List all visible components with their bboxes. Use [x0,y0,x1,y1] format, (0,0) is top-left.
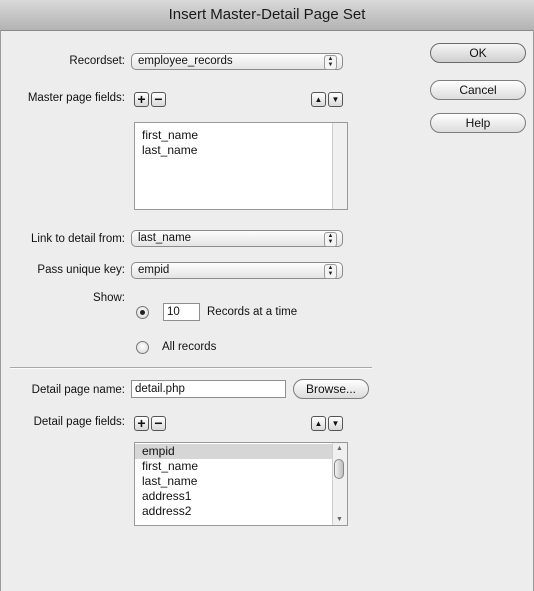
scroll-down-icon[interactable]: ▼ [336,516,343,523]
link-detail-label: Link to detail from: [31,233,125,245]
plus-icon: + [137,415,146,431]
master-move-down-button[interactable]: ▼ [328,92,343,107]
master-fields-list[interactable]: first_name last_name [134,122,348,210]
popup-arrows-icon: ▲ ▼ [324,232,337,247]
plus-icon: + [137,91,146,107]
section-divider [10,367,372,369]
detail-move-down-button[interactable]: ▼ [328,416,343,431]
link-detail-select[interactable]: last_name ▲ ▼ [131,230,343,247]
help-button[interactable]: Help [430,113,526,133]
list-item[interactable]: first_name [135,128,347,143]
detail-move-up-button[interactable]: ▲ [311,416,326,431]
list-item[interactable]: address1 [135,489,347,504]
window-frame-left [0,30,1,591]
master-move-up-button[interactable]: ▲ [311,92,326,107]
show-label: Show: [93,292,125,304]
master-fields-label: Master page fields: [27,92,125,104]
cancel-button[interactable]: Cancel [430,80,526,100]
detail-fields-scrollbar[interactable]: ▲ ▼ [332,443,347,525]
detail-add-field-button[interactable]: + [134,416,149,431]
detail-page-name-input[interactable]: detail.php [131,380,286,398]
recordset-value: employee_records [138,55,233,67]
list-item[interactable]: last_name [135,474,347,489]
records-at-time-label: Records at a time [207,306,298,318]
minus-icon: − [154,91,163,107]
detail-fields-label: Detail page fields: [33,416,125,428]
scroll-thumb[interactable] [334,459,344,479]
link-detail-value: last_name [138,232,192,244]
list-item[interactable]: address2 [135,504,347,519]
unique-key-select[interactable]: empid ▲ ▼ [131,262,343,279]
scroll-up-icon[interactable]: ▲ [336,445,343,452]
detail-fields-list[interactable]: empid first_name last_name address1 addr… [134,442,348,526]
records-count-input[interactable]: 10 [163,303,200,321]
ok-button[interactable]: OK [430,43,526,63]
all-records-radio[interactable] [136,341,149,354]
detail-page-name-label: Detail page name: [31,384,125,396]
browse-button[interactable]: Browse... [293,379,369,399]
records-at-time-radio[interactable] [136,306,149,319]
all-records-label: All records [162,341,217,353]
list-item-selected[interactable]: empid [135,444,347,459]
move-down-icon: ▼ [331,419,340,428]
move-up-icon: ▲ [314,95,323,104]
move-up-icon: ▲ [314,419,323,428]
unique-key-value: empid [138,264,170,276]
radio-selected-dot [140,310,145,315]
list-item[interactable]: last_name [135,143,347,158]
minus-icon: − [154,415,163,431]
master-fields-scrollbar[interactable] [332,123,347,209]
master-add-field-button[interactable]: + [134,92,149,107]
list-item[interactable]: first_name [135,459,347,474]
move-down-icon: ▼ [331,95,340,104]
recordset-label: Recordset: [69,55,125,67]
master-remove-field-button[interactable]: − [151,92,166,107]
dialog-title: Insert Master-Detail Page Set [0,0,534,31]
recordset-select[interactable]: employee_records ▲ ▼ [131,53,343,70]
popup-arrows-icon: ▲ ▼ [324,264,337,279]
unique-key-label: Pass unique key: [37,264,125,276]
detail-remove-field-button[interactable]: − [151,416,166,431]
popup-arrows-icon: ▲ ▼ [324,55,337,70]
